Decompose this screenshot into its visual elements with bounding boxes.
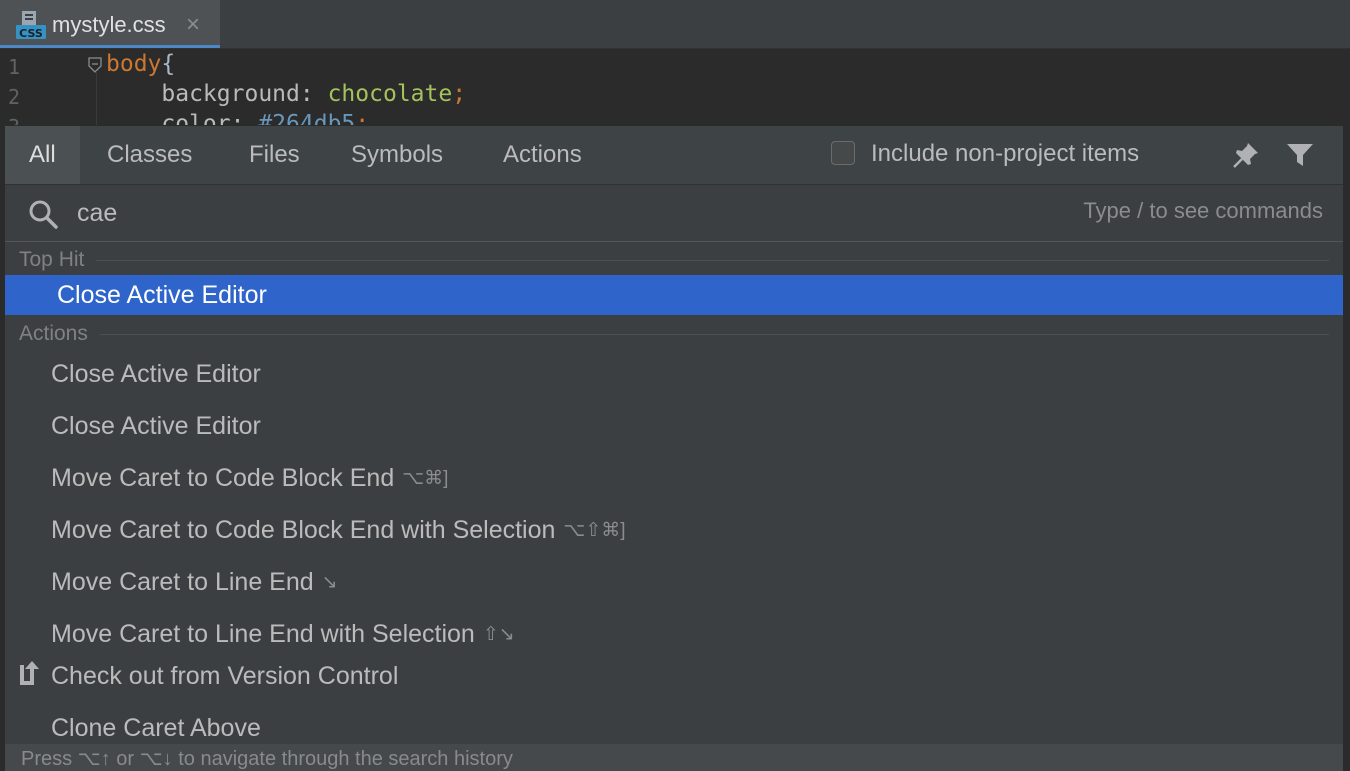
line-number: 3 (8, 115, 20, 125)
css-semicolon: ; (355, 111, 370, 125)
result-label: Move Caret to Code Block End with Select… (51, 515, 556, 544)
tab-actions[interactable]: Actions (479, 126, 606, 184)
search-input[interactable] (77, 194, 977, 232)
css-colon: : (230, 111, 259, 125)
result-item[interactable]: Move Caret to Code Block End ⌥⌘] (5, 456, 1343, 500)
result-shortcut: ⇧↘ (482, 623, 515, 645)
search-row: Type / to see commands (5, 184, 1343, 242)
svg-text:CSS: CSS (19, 27, 43, 40)
tab-close-button[interactable]: × (186, 11, 200, 39)
section-divider (96, 259, 1329, 261)
result-item[interactable]: Move Caret to Line End ↘ (5, 560, 1343, 604)
code-editor[interactable]: 1 2 3 body{ background: chocolate; color… (0, 49, 1350, 125)
section-title: Actions (19, 322, 88, 345)
css-value: #264db5 (258, 111, 356, 125)
css-value: chocolate (327, 81, 453, 107)
css-colon: : (299, 81, 328, 107)
result-label: Close Active Editor (51, 411, 261, 440)
result-label: Move Caret to Code Block End (51, 463, 395, 492)
css-file-icon: CSS (16, 11, 46, 40)
search-icon (29, 200, 58, 229)
search-everywhere-popup: All Classes Files Symbols Actions Includ… (4, 125, 1344, 771)
editor-tab-bar: CSS mystyle.css × (0, 0, 1350, 49)
css-semicolon: ; (452, 81, 467, 107)
tab-classes[interactable]: Classes (83, 126, 216, 184)
result-shortcut: ⌥⇧⌘] (563, 519, 626, 541)
code-line-2: background: chocolate; (106, 81, 466, 107)
tab-title: mystyle.css (52, 12, 166, 37)
indent-guide (96, 71, 97, 125)
tab-all[interactable]: All (5, 126, 80, 184)
section-header-actions: Actions (19, 320, 1329, 348)
result-label: Clone Caret Above (51, 713, 261, 742)
css-property: background (106, 81, 300, 107)
css-property: color (106, 111, 231, 125)
filter-icon[interactable] (1285, 142, 1315, 168)
line-number: 2 (8, 85, 21, 109)
editor-tab-mystyle-css[interactable]: CSS mystyle.css × (0, 0, 220, 48)
result-label: Close Active Editor (57, 280, 267, 309)
include-non-project-checkbox[interactable] (831, 141, 855, 165)
result-item[interactable]: Check out from Version Control (5, 654, 1343, 698)
pin-icon[interactable] (1231, 140, 1261, 170)
section-divider (99, 333, 1329, 335)
tab-files[interactable]: Files (225, 126, 324, 184)
include-non-project-label[interactable]: Include non-project items (871, 140, 1139, 168)
result-label: Check out from Version Control (51, 661, 399, 690)
popup-header: All Classes Files Symbols Actions Includ… (5, 126, 1343, 185)
result-label: Close Active Editor (51, 359, 261, 388)
result-shortcut: ↘ (321, 571, 338, 593)
result-item-top-hit[interactable]: Close Active Editor (5, 275, 1343, 315)
code-line-1: body{ (106, 51, 175, 77)
tab-symbols[interactable]: Symbols (327, 126, 467, 184)
result-shortcut: ⌥⌘] (402, 467, 449, 489)
section-header-top-hit: Top Hit (19, 246, 1329, 274)
fold-marker-icon[interactable] (88, 57, 102, 73)
line-number: 1 (8, 55, 21, 79)
result-label: Move Caret to Line End (51, 567, 314, 596)
css-selector: body (106, 51, 162, 77)
result-item[interactable]: Move Caret to Line End with Selection ⇧↘ (5, 612, 1343, 656)
vcs-checkout-icon (20, 661, 39, 685)
result-item[interactable]: Close Active Editor (5, 352, 1343, 396)
section-title: Top Hit (19, 248, 85, 271)
css-brace: { (161, 51, 176, 77)
result-item[interactable]: Close Active Editor (5, 404, 1343, 448)
result-item[interactable]: Move Caret to Code Block End with Select… (5, 508, 1343, 552)
code-line-3: color: #264db5; (106, 111, 369, 125)
search-hint: Type / to see commands (1083, 198, 1323, 223)
popup-footer-hint: Press ⌥↑ or ⌥↓ to navigate through the s… (5, 744, 1343, 771)
result-label: Move Caret to Line End with Selection (51, 619, 475, 648)
